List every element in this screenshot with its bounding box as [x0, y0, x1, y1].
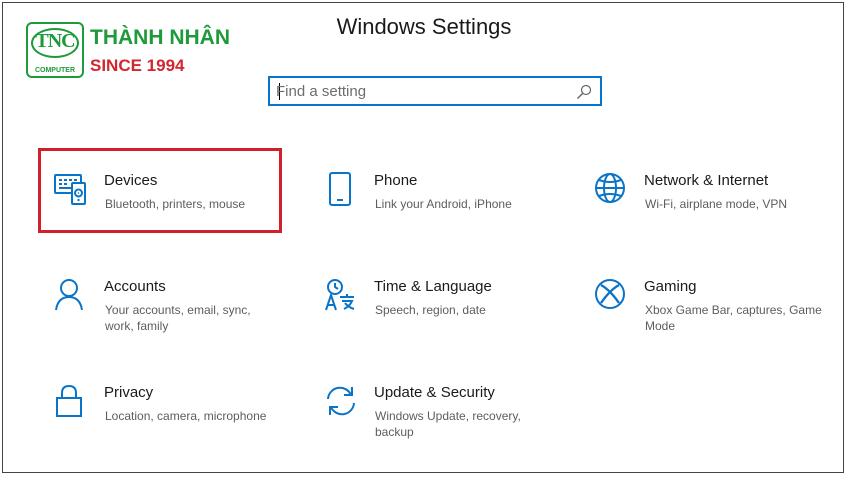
time-language-icon — [324, 278, 360, 314]
globe-icon — [594, 172, 630, 208]
brand-since: SINCE 1994 — [90, 56, 185, 75]
category-description: Speech, region, date — [375, 303, 486, 317]
category-description: Xbox Game Bar, captures, Game Mode — [645, 303, 822, 333]
category-accounts[interactable]: Accounts Your accounts, email, sync, wor… — [54, 278, 284, 358]
devices-highlight-box — [38, 148, 282, 233]
category-description: Your accounts, email, sync, work, family — [105, 303, 251, 333]
category-network[interactable]: Network & Internet Wi-Fi, airplane mode,… — [594, 172, 824, 252]
category-name: Privacy — [104, 384, 154, 401]
category-name: Gaming — [644, 278, 697, 295]
lock-icon — [54, 384, 90, 420]
category-gaming[interactable]: Gaming Xbox Game Bar, captures, Game Mod… — [594, 278, 824, 358]
category-privacy[interactable]: Privacy Location, camera, microphone — [54, 384, 284, 464]
category-description: Link your Android, iPhone — [375, 197, 512, 211]
category-name: Phone — [374, 172, 418, 189]
search-box[interactable] — [268, 76, 602, 106]
category-name: Update & Security — [374, 384, 495, 401]
category-name: Network & Internet — [644, 172, 769, 189]
category-description: Windows Update, recovery, backup — [375, 409, 521, 439]
xbox-icon — [594, 278, 630, 314]
category-name: Time & Language — [374, 278, 492, 295]
logo-subtext: COMPUTER — [34, 67, 76, 74]
category-update-security[interactable]: Update & Security Windows Update, recove… — [324, 384, 554, 464]
page-title: Windows Settings — [336, 14, 512, 39]
person-icon — [54, 278, 90, 314]
category-description: Location, camera, microphone — [105, 409, 267, 423]
category-phone[interactable]: Phone Link your Android, iPhone — [324, 172, 554, 252]
category-name: Accounts — [104, 278, 166, 295]
search-input[interactable] — [276, 81, 566, 101]
category-time-language[interactable]: Time & Language Speech, region, date — [324, 278, 554, 358]
search-icon[interactable] — [576, 84, 592, 100]
category-description: Wi-Fi, airplane mode, VPN — [645, 197, 788, 211]
phone-icon — [324, 172, 360, 208]
sync-icon — [324, 384, 360, 420]
